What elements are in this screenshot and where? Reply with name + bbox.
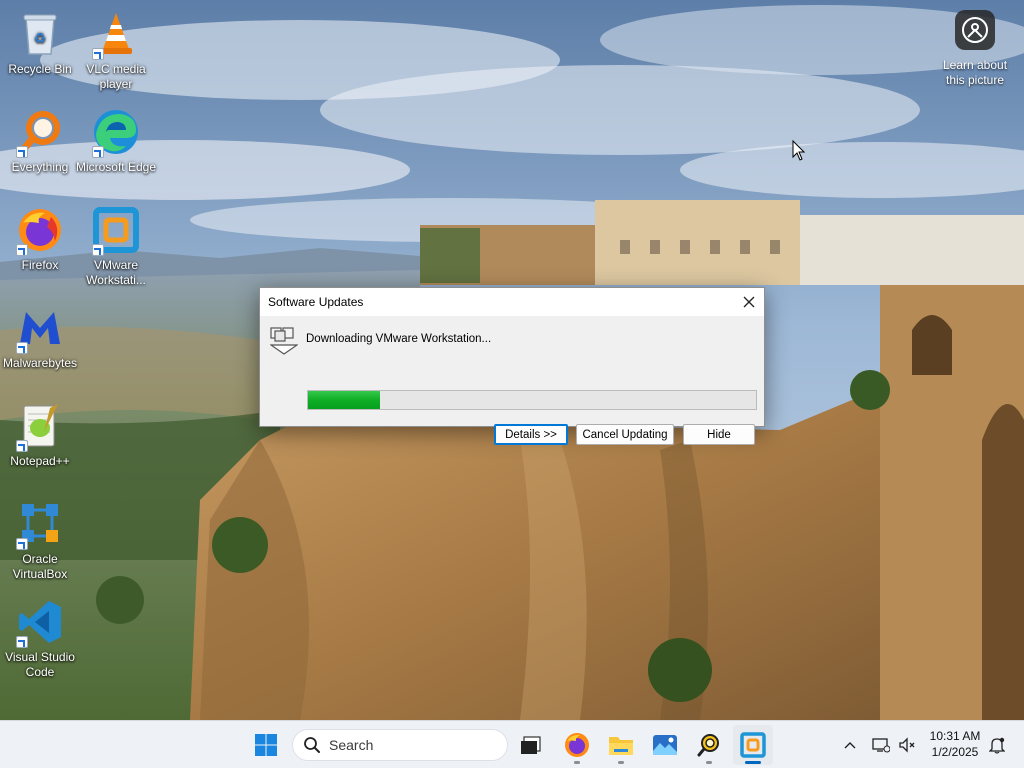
taskbar-search-box[interactable]: Search xyxy=(292,729,508,761)
start-button[interactable] xyxy=(246,725,286,765)
vlc-icon xyxy=(90,8,142,60)
close-button[interactable] xyxy=(734,288,764,316)
desktop-icon-malwarebytes[interactable]: Malwarebytes xyxy=(0,302,81,371)
virtualbox-icon xyxy=(14,498,66,550)
volume-button[interactable] xyxy=(896,721,918,768)
notepadpp-icon xyxy=(14,400,66,452)
update-app-icon xyxy=(269,326,299,361)
clock-date: 1/2/2025 xyxy=(931,745,979,759)
vmware-icon xyxy=(740,732,766,758)
mouse-pointer-icon xyxy=(792,139,806,167)
shortcut-arrow-icon xyxy=(16,342,28,354)
vmware-icon xyxy=(90,204,142,256)
show-hidden-icons-button[interactable] xyxy=(838,721,862,768)
taskbar-task-view[interactable] xyxy=(511,725,551,765)
learn-about-picture-label: Learn about this picture xyxy=(942,58,1008,87)
desktop-icon-firefox[interactable]: Firefox xyxy=(0,204,81,273)
file-explorer-icon xyxy=(609,737,633,755)
desktop-icon-label: Oracle VirtualBox xyxy=(12,552,68,581)
taskbar-vmware[interactable] xyxy=(733,725,773,765)
system-clock[interactable]: 10:31 AM 1/2/2025 xyxy=(922,728,988,760)
progress-fill xyxy=(308,391,380,409)
desktop-icon-label: Firefox xyxy=(21,258,59,272)
shortcut-arrow-icon xyxy=(16,440,28,452)
desktop-icon-label: Notepad++ xyxy=(10,454,70,468)
recycle-bin-icon: ♻ xyxy=(14,8,66,60)
network-status-button[interactable] xyxy=(870,721,892,768)
firefox-icon xyxy=(565,733,589,757)
shortcut-arrow-icon xyxy=(92,244,104,256)
desktop-icon-label: Everything xyxy=(11,160,69,174)
desktop-icon-virtualbox[interactable]: Oracle VirtualBox xyxy=(0,498,81,582)
desktop-icon-recycle-bin[interactable]: ♻ Recycle Bin xyxy=(0,8,81,77)
vscode-icon xyxy=(14,596,66,648)
everything-search-icon xyxy=(697,734,719,757)
start-icon xyxy=(255,734,277,756)
learn-about-picture-widget[interactable]: Learn about this picture xyxy=(938,10,1012,88)
taskbar-firefox[interactable] xyxy=(557,725,597,765)
running-indicator xyxy=(574,761,580,764)
clock-time: 10:31 AM xyxy=(929,729,981,743)
desktop-icon-label: VLC media player xyxy=(86,62,146,91)
notifications-button[interactable] xyxy=(986,721,1008,768)
details-button[interactable]: Details >> xyxy=(494,424,568,445)
task-view-icon xyxy=(521,736,541,754)
desktop-icon-label: VMware Workstati... xyxy=(86,258,146,287)
desktop-icon-vlc[interactable]: VLC media player xyxy=(75,8,157,92)
malwarebytes-icon xyxy=(14,302,66,354)
notification-bell-icon xyxy=(989,737,1005,754)
search-placeholder: Search xyxy=(329,737,374,753)
shortcut-arrow-icon xyxy=(16,636,28,648)
camera-icon xyxy=(955,10,995,50)
running-indicator xyxy=(618,761,624,764)
taskbar-photos[interactable] xyxy=(645,725,685,765)
desktop-icon-label: Visual Studio Code xyxy=(5,650,75,679)
running-indicator xyxy=(706,761,712,764)
desktop-icon-everything[interactable]: Everything xyxy=(0,106,81,175)
software-updates-dialog: Software Updates Downloading VMware Work… xyxy=(259,287,765,445)
taskbar-file-explorer[interactable] xyxy=(601,725,641,765)
desktop-icon-label: Malwarebytes xyxy=(2,356,78,370)
chevron-up-icon xyxy=(844,742,856,749)
download-status-text: Downloading VMware Workstation... xyxy=(306,333,492,345)
photos-icon xyxy=(653,735,677,755)
desktop-icon-label: Recycle Bin xyxy=(8,62,72,76)
shortcut-arrow-icon xyxy=(16,146,28,158)
close-icon xyxy=(743,296,755,308)
desktop-icon-notepadpp[interactable]: Notepad++ xyxy=(0,400,81,469)
hide-button[interactable]: Hide xyxy=(683,424,755,445)
dialog-titlebar[interactable]: Software Updates xyxy=(260,288,764,316)
firefox-icon xyxy=(14,204,66,256)
edge-icon xyxy=(90,106,142,158)
network-icon xyxy=(872,738,890,753)
desktop-icon-vmware[interactable]: VMware Workstati... xyxy=(75,204,157,288)
everything-search-icon xyxy=(14,106,66,158)
cancel-updating-button[interactable]: Cancel Updating xyxy=(576,424,674,445)
search-icon xyxy=(304,737,320,753)
desktop-icon-label: Microsoft Edge xyxy=(75,160,157,174)
shortcut-arrow-icon xyxy=(16,538,28,550)
taskbar: Search 10:31 AM 1/2/2025 xyxy=(0,720,1024,768)
desktop-icon-edge[interactable]: Microsoft Edge xyxy=(75,106,157,175)
running-indicator xyxy=(745,761,761,764)
taskbar-everything[interactable] xyxy=(689,725,729,765)
shortcut-arrow-icon xyxy=(92,146,104,158)
desktop-icon-vscode[interactable]: Visual Studio Code xyxy=(0,596,81,680)
shortcut-arrow-icon xyxy=(92,48,104,60)
dialog-title: Software Updates xyxy=(268,295,364,309)
svg-text:♻: ♻ xyxy=(34,31,47,47)
download-progress-bar xyxy=(307,390,757,410)
speaker-muted-icon xyxy=(899,737,915,753)
shortcut-arrow-icon xyxy=(16,244,28,256)
